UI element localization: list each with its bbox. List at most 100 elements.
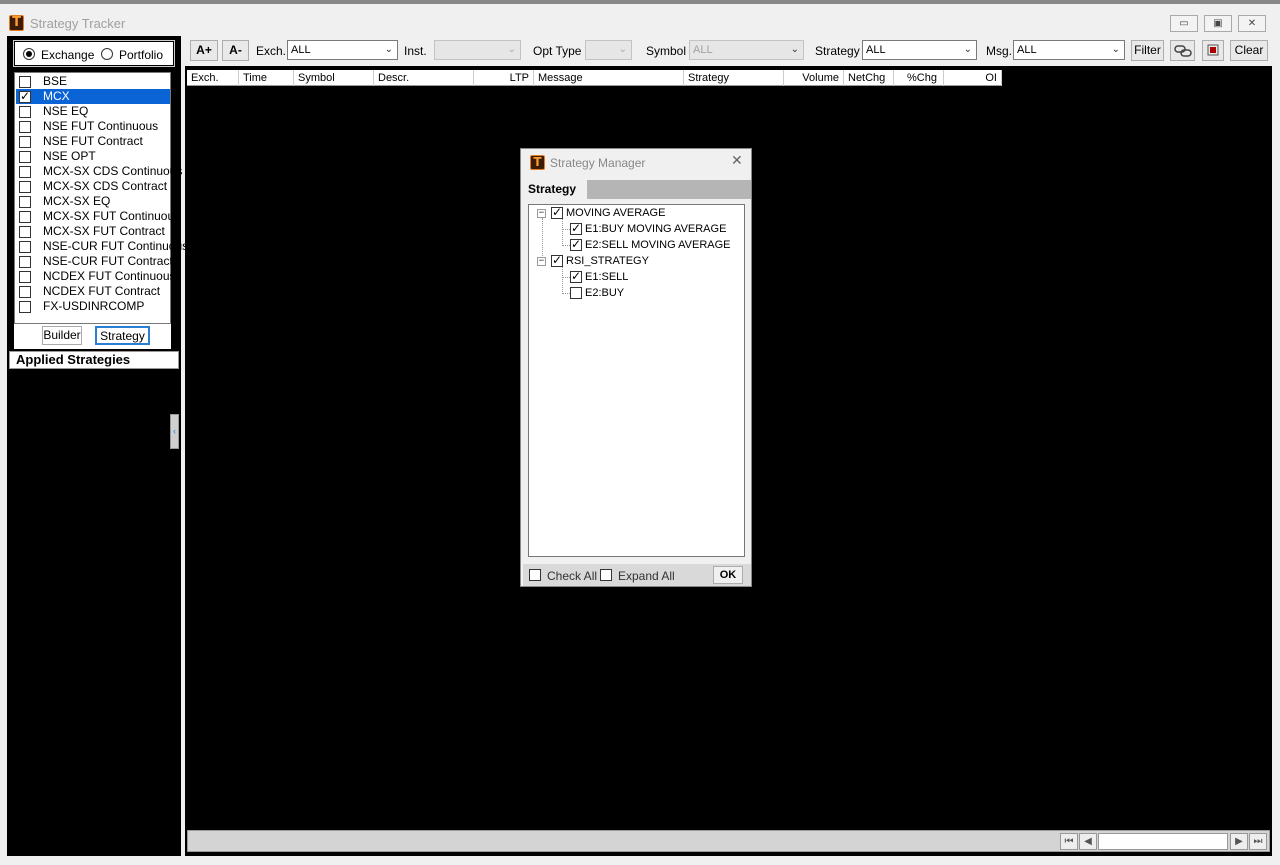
strategy-tree: − MOVING AVERAGE E1:BUY MOVING AVERAGE E… [528, 204, 745, 557]
col-time[interactable]: Time [239, 70, 294, 86]
checkbox-icon[interactable] [551, 205, 563, 219]
stop-record-button[interactable] [1202, 40, 1224, 61]
exchange-label: FX-USDINRCOMP [43, 299, 145, 313]
dialog-tab-strip: Strategy [523, 180, 751, 199]
checkbox-icon[interactable] [19, 196, 31, 208]
checkbox-icon[interactable] [19, 211, 31, 223]
exchange-item-nse-cur-fut-continuous[interactable]: NSE-CUR FUT Continuous [16, 239, 188, 254]
left-panel: Exchange Portfolio BSE MCX NSE EQ NSE FU… [7, 36, 188, 856]
exchange-item-nse-opt[interactable]: NSE OPT [16, 149, 170, 164]
checkbox-icon[interactable] [570, 221, 582, 235]
exchange-item-nse-fut-continuous[interactable]: NSE FUT Continuous [16, 119, 170, 134]
exchange-item-mcx-sx-eq[interactable]: MCX-SX EQ [16, 194, 170, 209]
strategy-select[interactable]: ALL ⌄ [862, 40, 977, 60]
checkbox-icon[interactable] [19, 106, 31, 118]
next-page-icon[interactable]: ▶ [1230, 833, 1248, 850]
strategy-select-value: ALL [866, 44, 886, 56]
checkbox-icon[interactable] [570, 237, 582, 251]
font-increase-button[interactable]: A+ [190, 40, 218, 61]
collapse-node-icon[interactable]: − [537, 209, 546, 218]
col-oi[interactable]: OI [944, 70, 1002, 86]
exch-select-value: ALL [291, 44, 311, 56]
opt-type-select[interactable]: ⌄ [585, 40, 632, 60]
exchange-label: NSE-CUR FUT Contract [43, 254, 173, 268]
close-button[interactable]: ✕ [1238, 15, 1266, 32]
exchange-item-ncdex-fut-continuous[interactable]: NCDEX FUT Continuous [16, 269, 176, 284]
portfolio-radio[interactable] [101, 48, 113, 60]
minimize-button[interactable]: ▭ [1170, 15, 1198, 32]
strategy-label: Strategy [815, 44, 860, 58]
col-pct-chg[interactable]: %Chg [894, 70, 944, 86]
chevron-down-icon: ⌄ [1111, 44, 1120, 55]
checkbox-icon[interactable] [19, 151, 31, 163]
exchange-item-mcx-sx-cds-continuous[interactable]: MCX-SX CDS Continuous [16, 164, 182, 179]
exchange-item-ncdex-fut-contract[interactable]: NCDEX FUT Contract [16, 284, 170, 299]
chevron-down-icon: ⌄ [384, 44, 393, 55]
exchange-item-mcx-sx-fut-contract[interactable]: MCX-SX FUT Contract [16, 224, 170, 239]
col-strategy[interactable]: Strategy [684, 70, 784, 86]
collapse-panel-handle[interactable]: ‹ [170, 414, 179, 449]
tab-builder[interactable]: Builder [42, 326, 82, 345]
app-logo-icon: T [9, 15, 24, 31]
collapse-node-icon[interactable]: − [537, 257, 546, 266]
checkbox-icon[interactable] [570, 269, 582, 283]
exchange-item-mcx-sx-fut-continuous[interactable]: MCX-SX FUT Continuous [16, 209, 180, 224]
font-decrease-button[interactable]: A- [222, 40, 249, 61]
exch-select[interactable]: ALL ⌄ [287, 40, 398, 60]
check-all-checkbox[interactable] [529, 569, 541, 581]
exchange-item-bse[interactable]: BSE [16, 74, 170, 89]
checkbox-icon[interactable] [551, 253, 563, 267]
col-ltp[interactable]: LTP [474, 70, 534, 86]
chevron-down-icon: ⌄ [507, 44, 516, 55]
col-netchg[interactable]: NetChg [844, 70, 894, 86]
tab-strategy[interactable]: Strategy [95, 326, 150, 345]
checkbox-icon[interactable] [19, 256, 31, 268]
col-message[interactable]: Message [534, 70, 684, 86]
checkbox-icon[interactable] [19, 181, 31, 193]
exchange-radio[interactable] [23, 48, 35, 60]
chain-link-button[interactable] [1170, 40, 1195, 61]
checkbox-icon[interactable] [570, 287, 582, 299]
exchange-item-mcx-sx-cds-contract[interactable]: MCX-SX CDS Contract [16, 179, 170, 194]
tree-node-label: E1:SELL [585, 271, 629, 283]
expand-all-checkbox[interactable] [600, 569, 612, 581]
checkbox-icon[interactable] [19, 166, 31, 178]
exchange-label: NSE FUT Continuous [43, 119, 159, 133]
msg-select[interactable]: ALL ⌄ [1013, 40, 1125, 60]
checkbox-icon[interactable] [19, 76, 31, 88]
col-descr[interactable]: Descr. [374, 70, 474, 86]
tree-connector [562, 266, 563, 294]
exchange-item-nse-eq[interactable]: NSE EQ [16, 104, 170, 119]
horizontal-scrollbar[interactable]: ⏮ ◀ ▶ ⏭ [187, 830, 1270, 852]
checkbox-icon[interactable] [19, 271, 31, 283]
checkbox-icon[interactable] [19, 121, 31, 133]
checkbox-icon[interactable] [19, 89, 31, 103]
checkbox-icon[interactable] [19, 241, 31, 253]
dialog-close-icon[interactable]: ✕ [731, 153, 743, 169]
checkbox-icon[interactable] [19, 301, 31, 313]
first-page-icon[interactable]: ⏮ [1060, 833, 1078, 850]
maximize-button[interactable]: ▣ [1204, 15, 1232, 32]
strategy-manager-dialog: T Strategy Manager ✕ Strategy − MOVING A… [520, 148, 752, 587]
exchange-item-nse-cur-fut-contract[interactable]: NSE-CUR FUT Contract [16, 254, 173, 269]
exchange-label: MCX-SX EQ [43, 194, 111, 208]
col-exch[interactable]: Exch. [187, 70, 239, 86]
clear-button[interactable]: Clear [1230, 40, 1268, 61]
checkbox-icon[interactable] [19, 286, 31, 298]
dialog-tab-strategy[interactable]: Strategy [523, 180, 587, 199]
prev-page-icon[interactable]: ◀ [1079, 833, 1097, 850]
symbol-select[interactable]: ALL ⌄ [689, 40, 804, 60]
ok-button[interactable]: OK [713, 566, 743, 584]
checkbox-icon[interactable] [19, 226, 31, 238]
exchange-item-mcx[interactable]: MCX [16, 89, 170, 104]
filter-button[interactable]: Filter [1131, 40, 1164, 61]
last-page-icon[interactable]: ⏭ [1249, 833, 1267, 850]
inst-select[interactable]: ⌄ [434, 40, 521, 60]
exchange-item-fx-usdinrcomp[interactable]: FX-USDINRCOMP [16, 299, 170, 314]
page-field[interactable] [1098, 833, 1228, 850]
exchange-item-nse-fut-contract[interactable]: NSE FUT Contract [16, 134, 170, 149]
mode-selector: Exchange Portfolio [13, 40, 175, 67]
col-volume[interactable]: Volume [784, 70, 844, 86]
col-symbol[interactable]: Symbol [294, 70, 374, 86]
checkbox-icon[interactable] [19, 136, 31, 148]
